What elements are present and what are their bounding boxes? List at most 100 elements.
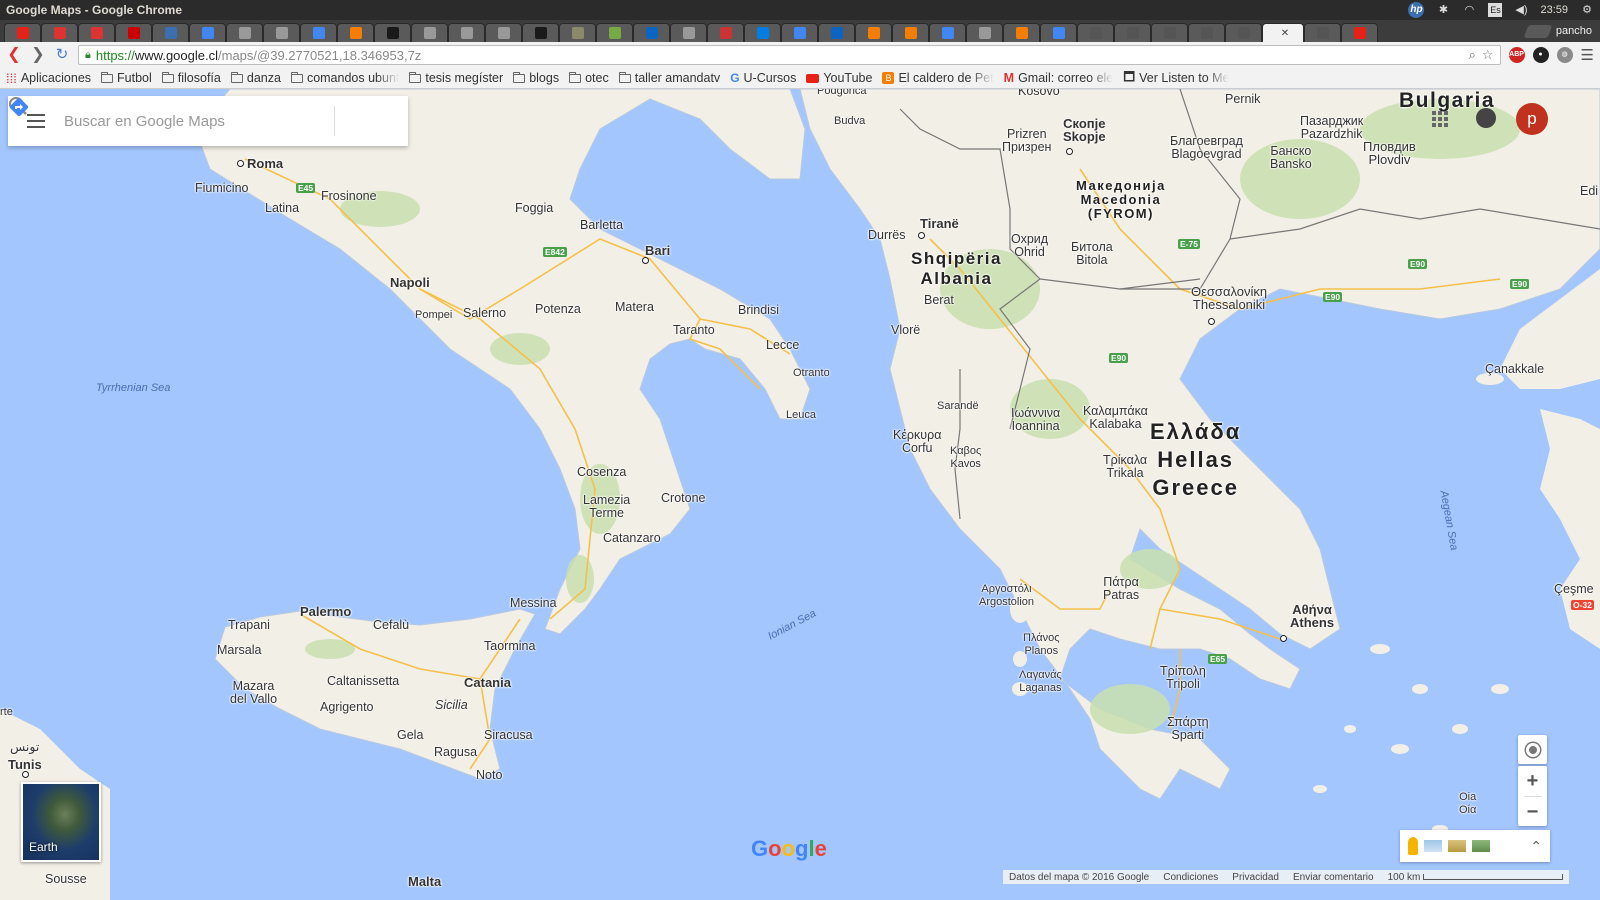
- hp-icon[interactable]: hp: [1408, 2, 1425, 18]
- map-label-blagoevgrad[interactable]: Благоевград Blagoevgrad: [1170, 135, 1243, 161]
- city-marker[interactable]: [237, 160, 244, 167]
- map-label-messina[interactable]: Messina: [510, 597, 557, 610]
- privacy-link[interactable]: Privacidad: [1232, 872, 1279, 883]
- map-label-thessaloniki[interactable]: Θεσσαλονίκη Thessaloniki: [1191, 285, 1267, 311]
- map-label-vlore[interactable]: Vlorë: [891, 324, 920, 337]
- bookmark-folder[interactable]: blogs: [513, 71, 559, 85]
- map-label-cesme[interactable]: Çeşme: [1554, 583, 1594, 596]
- bookmark-gmail[interactable]: M Gmail: correo ele: [1004, 71, 1114, 85]
- browser-tab[interactable]: [337, 23, 374, 42]
- scale-control[interactable]: 100 km: [1388, 872, 1564, 883]
- extension-icon[interactable]: ●: [1532, 47, 1549, 63]
- browser-tab[interactable]: [929, 23, 966, 42]
- notifications-bell-icon[interactable]: [1476, 108, 1496, 128]
- city-marker[interactable]: [918, 232, 925, 239]
- volume-icon[interactable]: ◀): [1514, 4, 1528, 16]
- map-label-sparti[interactable]: Σπάρτη Sparti: [1167, 716, 1209, 742]
- map-label-sarande[interactable]: Sarandë: [937, 400, 979, 413]
- map-label-palermo[interactable]: Palermo: [300, 605, 351, 618]
- reload-icon[interactable]: ↻: [54, 47, 70, 63]
- city-marker[interactable]: [1208, 318, 1215, 325]
- browser-tab[interactable]: [226, 23, 263, 42]
- keyboard-layout-indicator[interactable]: Es: [1488, 3, 1503, 17]
- map-label-cosenza[interactable]: Cosenza: [577, 466, 626, 479]
- settings-gear-icon[interactable]: ⚙: [1580, 4, 1594, 16]
- lock-icon[interactable]: 🔒︎: [85, 49, 91, 62]
- browser-tab[interactable]: [78, 23, 115, 42]
- browser-tab[interactable]: [115, 23, 152, 42]
- bookmark-star-icon[interactable]: ☆: [1482, 47, 1494, 63]
- browser-tab[interactable]: [596, 23, 633, 42]
- browser-tab[interactable]: [707, 23, 744, 42]
- map-label-pernik[interactable]: Pernik: [1225, 93, 1260, 106]
- map-label-argostoli[interactable]: Αργοστόλι Argostolion: [979, 583, 1034, 609]
- map-label-prizren[interactable]: Prizren Призрен: [1002, 128, 1051, 154]
- map-label-napoli[interactable]: Napoli: [390, 276, 430, 289]
- city-marker[interactable]: [1066, 148, 1073, 155]
- map-label-trikala[interactable]: Τρίκαλα Trikala: [1103, 454, 1147, 480]
- map-label-taormina[interactable]: Taormina: [484, 640, 535, 653]
- browser-tab[interactable]: [1077, 23, 1114, 42]
- city-marker[interactable]: [1280, 635, 1287, 642]
- browser-tab[interactable]: [263, 23, 300, 42]
- profile-switcher[interactable]: pancho: [1523, 20, 1592, 42]
- map-label-durres[interactable]: Durrës: [868, 229, 906, 242]
- map-label-tunis[interactable]: Tunis: [8, 758, 42, 771]
- map-label-plovdiv[interactable]: Пловдив Plovdiv: [1363, 140, 1416, 166]
- map-label-lamezia[interactable]: Lamezia Terme: [583, 494, 630, 520]
- map-label-kosovo[interactable]: Kosovo: [1018, 89, 1060, 98]
- clock[interactable]: 23:59: [1540, 4, 1568, 16]
- browser-tab[interactable]: [892, 23, 929, 42]
- browser-tab[interactable]: [485, 23, 522, 42]
- map-label-foggia[interactable]: Foggia: [515, 202, 553, 215]
- map-label-ragusa[interactable]: Ragusa: [434, 746, 477, 759]
- map-label-taranto[interactable]: Taranto: [673, 324, 715, 337]
- browser-tab[interactable]: [522, 23, 559, 42]
- browser-tab[interactable]: [1341, 23, 1378, 42]
- map-label-roma[interactable]: Roma: [247, 157, 283, 170]
- zoom-out-button[interactable]: −: [1527, 797, 1539, 827]
- browser-tab[interactable]: [1304, 23, 1341, 42]
- map-label-tunis-ar[interactable]: تونس: [10, 741, 39, 754]
- map-label-laganas[interactable]: Λαγανάς Laganas: [1019, 669, 1062, 695]
- map-label-salerno[interactable]: Salerno: [463, 307, 506, 320]
- bookmark-folder[interactable]: filosofía: [161, 71, 221, 85]
- map-label-brindisi[interactable]: Brindisi: [738, 304, 779, 317]
- map-label-pazardzhik[interactable]: Пазарджик Pazardzhik: [1300, 115, 1363, 141]
- map-label-lecce[interactable]: Lecce: [766, 339, 799, 352]
- layer-thumb-traffic[interactable]: [1424, 840, 1442, 852]
- browser-tab[interactable]: [152, 23, 189, 42]
- browser-tab[interactable]: [374, 23, 411, 42]
- send-feedback-link[interactable]: Enviar comentario: [1293, 872, 1374, 883]
- map-label-noto[interactable]: Noto: [476, 769, 502, 782]
- map-label-fiumicino[interactable]: Fiumicino: [195, 182, 249, 195]
- map-label-catanzaro[interactable]: Catanzaro: [603, 532, 661, 545]
- map-label-catania[interactable]: Catania: [464, 676, 511, 689]
- browser-tab[interactable]: [818, 23, 855, 42]
- map-label-athens[interactable]: Αθήνα Athens: [1290, 603, 1334, 629]
- pegman-icon[interactable]: [1408, 837, 1418, 855]
- map-label-patras[interactable]: Πάτρα Patras: [1103, 576, 1139, 602]
- address-bar[interactable]: 🔒︎ https://www.google.cl/maps/@39.277052…: [78, 45, 1501, 65]
- bookmark-folder[interactable]: Futbol: [101, 71, 152, 85]
- map-label-canakkale[interactable]: Çanakkale: [1485, 363, 1544, 376]
- map-label-marsala[interactable]: Marsala: [217, 644, 261, 657]
- map-label-potenza[interactable]: Potenza: [535, 303, 581, 316]
- bookmark-folder[interactable]: comandos ubunt: [290, 71, 399, 85]
- browser-tab[interactable]: [1114, 23, 1151, 42]
- browser-tab[interactable]: [966, 23, 1003, 42]
- bookmark-blog[interactable]: B El caldero de Pet: [882, 71, 994, 85]
- map-label-agrigento[interactable]: Agrigento: [320, 701, 374, 714]
- browser-tab[interactable]: [1003, 23, 1040, 42]
- map-label-pompei[interactable]: Pompei: [415, 309, 452, 322]
- map-label-gela[interactable]: Gela: [397, 729, 423, 742]
- map-label-rte[interactable]: rte: [0, 706, 13, 719]
- bookmark-folder[interactable]: otec: [569, 71, 609, 85]
- bookmark-youtube[interactable]: YouTube: [806, 71, 872, 85]
- zoom-in-button[interactable]: +: [1527, 766, 1539, 796]
- zoom-magnifier-icon[interactable]: ⌕: [1469, 47, 1476, 63]
- map-label-skopje[interactable]: Скопје Skopje: [1063, 117, 1106, 143]
- browser-tab-active[interactable]: ✕: [1262, 23, 1304, 42]
- map-label-crotone[interactable]: Crotone: [661, 492, 705, 505]
- browser-tab[interactable]: [1188, 23, 1225, 42]
